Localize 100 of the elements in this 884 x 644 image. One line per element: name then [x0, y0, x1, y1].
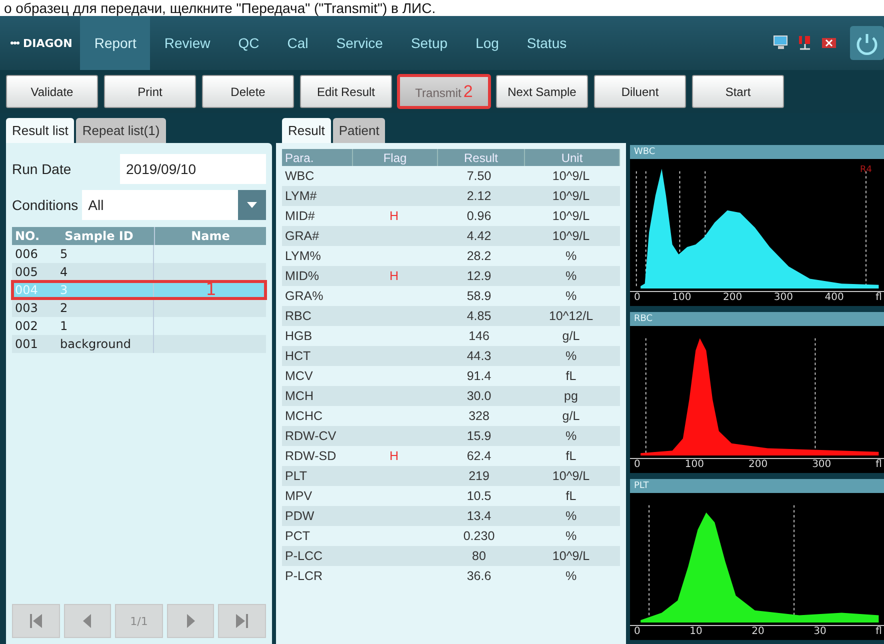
- toolbar-button[interactable]: Next Sample: [496, 75, 588, 108]
- list-tab[interactable]: Result list: [6, 118, 74, 143]
- table-cell-text: 28.2: [466, 248, 492, 265]
- toolbar-button[interactable]: Validate: [6, 75, 98, 108]
- table-cell-text: RDW-CV: [284, 428, 338, 445]
- column-header: Result: [438, 149, 525, 166]
- power-icon[interactable]: [850, 26, 884, 60]
- toolbar-button[interactable]: Edit Result: [300, 75, 392, 108]
- nav-tab[interactable]: Status: [512, 16, 581, 70]
- table-cell-text: 4.42: [466, 228, 492, 245]
- right-triangle-icon: [186, 613, 196, 629]
- axis-tick-label: 200: [748, 459, 768, 472]
- table-cell-text: 15.9: [466, 428, 492, 445]
- axis-tick-label: 400: [824, 292, 844, 305]
- axis-tick-label: 0: [634, 292, 640, 305]
- caption-text: о образец для передачи, щелкните "Передача" ("Transmit") в ЛИС.: [0, 0, 884, 16]
- table-cell-text: GRA%: [284, 288, 324, 305]
- table-cell-text: 10^9/L: [551, 468, 591, 485]
- conditions-dropdown[interactable]: All: [82, 190, 266, 220]
- table-cell-text: 10^9/L: [551, 228, 591, 245]
- sample-row[interactable]: 003 2: [12, 299, 266, 317]
- toolbar-button[interactable]: Diluent: [594, 75, 686, 108]
- column-header: Name: [190, 228, 231, 245]
- axis-tick-label: 20: [752, 626, 764, 639]
- table-cell-text: 219: [468, 468, 490, 485]
- table-cell: 2: [44, 299, 154, 317]
- table-cell-text: 10^12/L: [548, 308, 594, 325]
- logo: DIAGON: [0, 36, 80, 50]
- first-page-button[interactable]: [12, 604, 60, 638]
- table-cell-text: 10^9/L: [551, 188, 591, 205]
- table-cell-text: HCT: [284, 348, 312, 365]
- table-cell-text: 001: [14, 336, 39, 353]
- table-cell-text: 30.0: [466, 388, 492, 405]
- table-cell-text: 44.3: [466, 348, 492, 365]
- table-cell-text: 10.5: [466, 488, 492, 505]
- axis-tick-label: 200: [723, 292, 742, 305]
- result-tab[interactable]: Result: [282, 118, 331, 143]
- toolbar-button[interactable]: Print: [104, 75, 196, 108]
- sample-row[interactable]: 001 background: [12, 335, 266, 353]
- table-cell-text: 91.4: [466, 368, 492, 385]
- nav-tab[interactable]: Cal: [273, 16, 322, 70]
- axis-tick-label: 300: [812, 459, 832, 472]
- histogram-title: PLT: [630, 479, 884, 493]
- table-cell-text: 7.50: [466, 168, 492, 185]
- table-cell-text: 58.9: [466, 288, 492, 305]
- table-cell-text: 2.12: [466, 188, 492, 205]
- table-cell-text: 12.9: [466, 268, 492, 285]
- field-label: Conditions: [12, 197, 78, 213]
- histogram-title: WBC: [630, 145, 884, 159]
- table-cell-text: %: [564, 288, 578, 305]
- table-cell-text: LYM#: [284, 188, 318, 205]
- last-page-button[interactable]: [218, 604, 266, 638]
- sample-row[interactable]: 005 4: [12, 263, 266, 281]
- column-header: Sample ID: [44, 227, 155, 245]
- nav-tab[interactable]: Report: [80, 16, 150, 70]
- previous-page-button[interactable]: [64, 604, 112, 638]
- monitor-icon[interactable]: [772, 34, 790, 52]
- nav-tab[interactable]: Review: [150, 16, 224, 70]
- table-cell-text: 10^9/L: [551, 168, 591, 185]
- histogram-title: RBC: [630, 312, 884, 326]
- table-cell-text: P-LCR: [284, 568, 324, 585]
- table-cell-text: 36.6: [466, 568, 492, 585]
- list-tab[interactable]: Repeat list(1): [76, 118, 166, 143]
- table-cell-text: fL: [564, 488, 578, 505]
- flag-text: H: [389, 449, 399, 463]
- result-tab[interactable]: Patient: [332, 118, 386, 143]
- nav-tab[interactable]: Log: [462, 16, 513, 70]
- toolbar-button[interactable]: Delete: [202, 75, 294, 108]
- table-cell-text: fL: [564, 448, 578, 465]
- table-cell-text: PDW: [284, 508, 316, 525]
- axis-tick-label: 0: [634, 626, 640, 639]
- axis-tick-label: 10: [690, 626, 702, 639]
- table-cell-text: MCH: [284, 388, 314, 405]
- table-cell-text: 0.230: [462, 528, 496, 545]
- nav-tab[interactable]: Service: [322, 16, 397, 70]
- next-page-button[interactable]: [166, 604, 214, 638]
- table-cell-text: %: [564, 248, 578, 265]
- column-header: NO.: [14, 228, 41, 245]
- table-cell-text: 006: [14, 246, 39, 263]
- axis-tick-label: 30: [814, 626, 826, 639]
- axis-tick-label: 100: [672, 292, 692, 305]
- column-header: Flag: [353, 149, 438, 166]
- table-cell-text: P-LCC: [284, 548, 324, 565]
- table-cell-text: 004: [14, 282, 39, 299]
- axis-unit-label: fl: [876, 459, 882, 472]
- nav-tab[interactable]: QC: [224, 16, 274, 70]
- table-cell-text: pg: [563, 388, 579, 405]
- step-marker: 1: [206, 280, 216, 300]
- axis-unit-label: fl: [876, 626, 882, 639]
- table-cell-text: PLT: [284, 468, 308, 485]
- table-cell-text: 146: [468, 328, 490, 345]
- toolbar-button[interactable]: Start: [692, 75, 784, 108]
- date-field[interactable]: 2019/09/10: [120, 154, 266, 184]
- table-cell-text: HGB: [284, 328, 314, 345]
- nav-tab[interactable]: Setup: [396, 16, 462, 70]
- table-cell-text: 62.4: [466, 448, 492, 465]
- flag-text: H: [389, 209, 399, 223]
- table-cell-text: 10^9/L: [551, 208, 591, 225]
- table-cell-text: GRA#: [284, 228, 320, 245]
- table-cell-text: %: [564, 528, 578, 545]
